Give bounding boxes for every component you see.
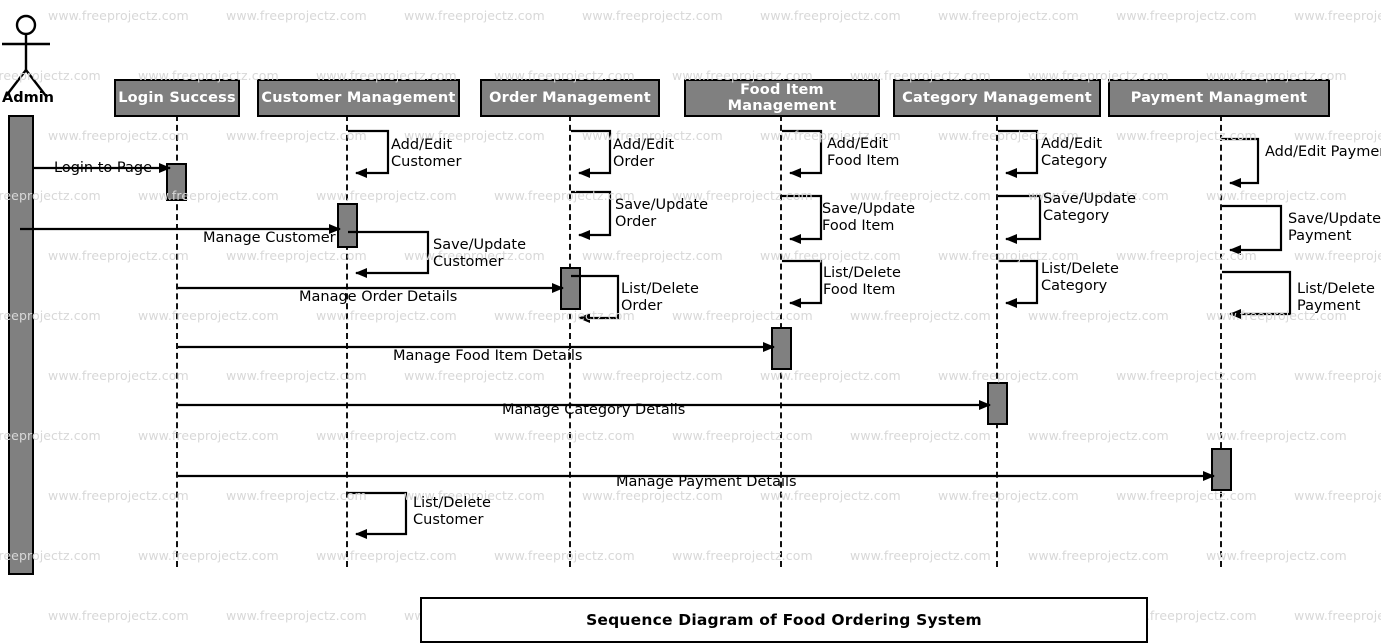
diagram-title: Sequence Diagram of Food Ordering System [586,611,982,629]
self-message-group-order [571,129,620,323]
self-message-group-customer [348,129,430,539]
diagram-ink [2,14,1292,539]
sequence-diagram-canvas: www.freeprojectz.com www.freeprojectz.com… [0,0,1381,644]
self-message-group-payment [1222,137,1292,319]
diagram-title-box: Sequence Diagram of Food Ordering System [420,597,1148,643]
self-message-group-fooditem [782,129,823,308]
self-message-group-category [998,129,1042,308]
stick-figure-actor-icon [2,14,50,97]
